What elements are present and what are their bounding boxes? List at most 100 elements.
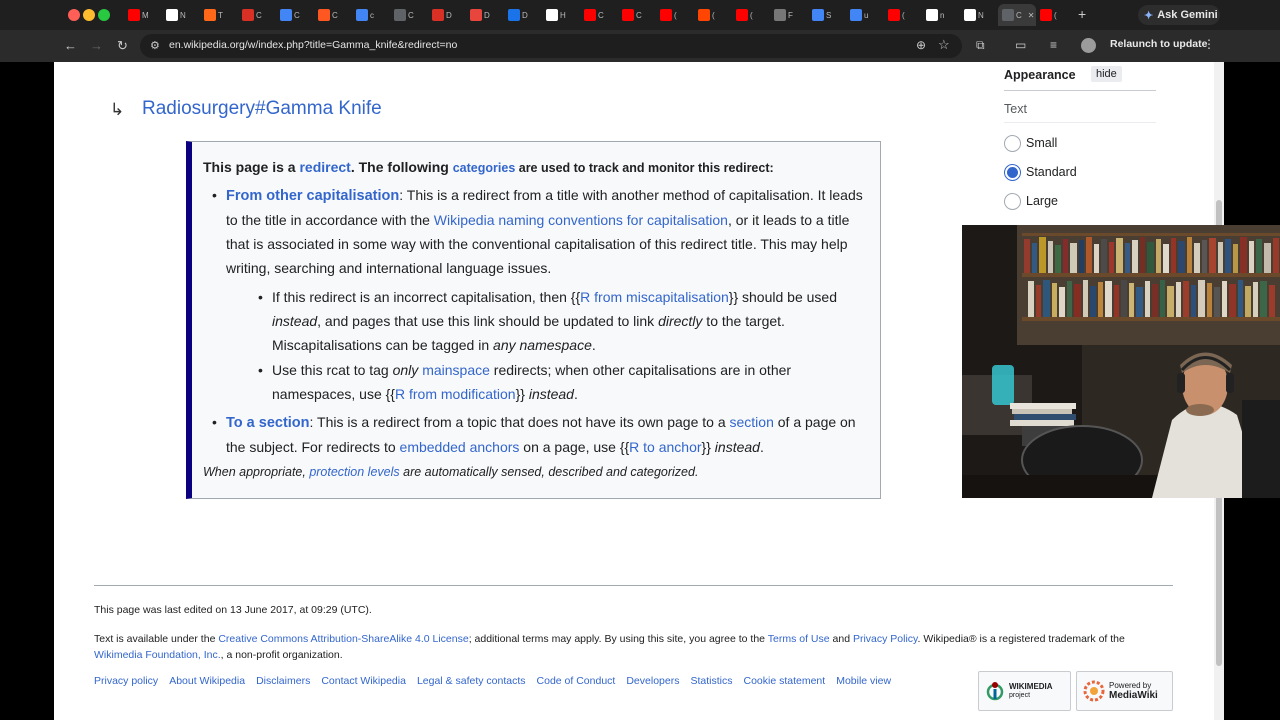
mediawiki-logo-icon <box>1083 680 1105 702</box>
r-from-miscapitalisation-link[interactable]: R from miscapitalisation <box>580 289 729 305</box>
footer-link-disclaimers[interactable]: Disclaimers <box>256 675 310 687</box>
browser-tab[interactable]: T <box>200 4 238 26</box>
browser-tab[interactable]: C <box>580 4 618 26</box>
mainspace-link[interactable]: mainspace <box>422 362 490 378</box>
browser-tab[interactable]: D <box>504 4 542 26</box>
sub1-any-namespace: any namespace <box>493 337 592 353</box>
r-to-anchor-link[interactable]: R to anchor <box>629 439 701 455</box>
tab-title: T <box>218 10 223 20</box>
menu-kebab-icon[interactable]: ⋮ <box>1203 37 1215 51</box>
browser-tab[interactable]: n <box>922 4 960 26</box>
footer-link-developers[interactable]: Developers <box>626 675 679 687</box>
relaunch-button[interactable]: Relaunch to update <box>1110 38 1207 50</box>
wikimedia-project-badge[interactable]: WIKIMEDIA project <box>978 671 1071 711</box>
terms-of-use-link[interactable]: Terms of Use <box>768 633 830 645</box>
footer-link-about[interactable]: About Wikipedia <box>169 675 245 687</box>
footer-link-privacy-policy[interactable]: Privacy policy <box>94 675 158 687</box>
site-info-icon[interactable]: ⚙ <box>150 39 160 52</box>
browser-tab[interactable]: N <box>960 4 998 26</box>
footer-link-contact[interactable]: Contact Wikipedia <box>321 675 406 687</box>
footer-link-legal[interactable]: Legal & safety contacts <box>417 675 526 687</box>
split-view-icon[interactable]: ▭ <box>1015 38 1026 52</box>
generic-icon <box>1002 9 1014 21</box>
reading-list-icon[interactable]: ≡ <box>1050 38 1057 52</box>
bookmark-star-icon[interactable]: ☆ <box>938 37 950 53</box>
protection-levels-link[interactable]: protection levels <box>309 465 399 479</box>
blogger-icon <box>318 9 330 21</box>
close-tab-icon[interactable]: ✕ <box>1028 11 1035 20</box>
radio-standard[interactable] <box>1004 163 1021 181</box>
browser-tab[interactable]: C <box>390 4 428 26</box>
browser-tab[interactable]: c <box>352 4 390 26</box>
browser-tab[interactable]: C <box>618 4 656 26</box>
ask-gemini-button[interactable]: ✦ Ask Gemini <box>1138 5 1220 25</box>
window-close-button[interactable] <box>68 9 80 21</box>
appearance-panel: Appearance hide Text Small Standard Larg… <box>1004 62 1164 212</box>
browser-tab[interactable]: ( <box>884 4 922 26</box>
browser-tab[interactable]: C <box>238 4 276 26</box>
text-size-standard-option[interactable]: Standard <box>1004 163 1077 181</box>
sub2-only: only <box>392 362 419 378</box>
cc-license-link[interactable]: Creative Commons Attribution-ShareAlike … <box>218 633 468 645</box>
footer-link-mobile-view[interactable]: Mobile view <box>836 675 891 687</box>
extensions-icon[interactable]: ⧉ <box>976 38 985 53</box>
address-bar[interactable]: ⚙ en.wikipedia.org/w/index.php?title=Gam… <box>140 34 962 58</box>
naming-conventions-link[interactable]: Wikipedia naming conventions for capital… <box>434 212 728 228</box>
categories-link[interactable]: categories <box>453 161 516 175</box>
browser-tab[interactable]: F <box>770 4 808 26</box>
section-link[interactable]: section <box>730 414 774 430</box>
browser-tab[interactable]: D <box>466 4 504 26</box>
profile-avatar[interactable] <box>1081 38 1096 53</box>
footer-link-code-of-conduct[interactable]: Code of Conduct <box>537 675 616 687</box>
footer-link-cookie[interactable]: Cookie statement <box>743 675 825 687</box>
screen: M N T C C Cc C D D D H C C(((F Su(n N C ✕( + ✦ Ask Gemin… <box>0 0 1280 720</box>
text-size-small-option[interactable]: Small <box>1004 134 1057 152</box>
wikipedia-icon <box>964 9 976 21</box>
wikipedia-icon <box>166 9 178 21</box>
tab-title: F <box>788 10 793 20</box>
tab-title: D <box>446 10 452 20</box>
redirect-category-box: This page is a redirect. The following c… <box>186 141 881 499</box>
browser-tab[interactable]: ( <box>694 4 732 26</box>
mediawiki-badge[interactable]: Powered by MediaWiki <box>1076 671 1173 711</box>
url-text[interactable]: en.wikipedia.org/w/index.php?title=Gamma… <box>169 39 457 51</box>
tab-title: C <box>256 10 262 20</box>
privacy-policy-inline-link[interactable]: Privacy Policy <box>853 633 918 645</box>
from-other-capitalisation-link[interactable]: From other capitalisation <box>226 188 399 204</box>
browser-tab[interactable]: ( <box>656 4 694 26</box>
to-a-section-link[interactable]: To a section <box>226 415 310 431</box>
browser-tab[interactable]: C <box>314 4 352 26</box>
appearance-hide-button[interactable]: hide <box>1091 66 1122 82</box>
rcat-heading-mid: . The following <box>350 159 453 175</box>
window-maximize-button[interactable] <box>98 9 110 21</box>
appearance-title: Appearance <box>1004 68 1076 82</box>
browser-tab[interactable]: C ✕ <box>998 4 1036 26</box>
browser-tab[interactable]: N <box>162 4 200 26</box>
r-from-modification-link[interactable]: R from modification <box>395 386 516 402</box>
browser-tab[interactable]: u <box>846 4 884 26</box>
browser-tab[interactable]: H <box>542 4 580 26</box>
footer-link-statistics[interactable]: Statistics <box>690 675 732 687</box>
tab-title: D <box>522 10 528 20</box>
new-tab-button[interactable]: + <box>1078 6 1086 22</box>
browser-tab[interactable]: ( <box>1036 4 1074 26</box>
item2-instead: instead <box>714 439 760 455</box>
browser-tab[interactable]: C <box>276 4 314 26</box>
radio-small[interactable] <box>1004 134 1021 152</box>
browser-tab[interactable]: ( <box>732 4 770 26</box>
reload-icon[interactable]: ↻ <box>117 38 128 54</box>
browser-tab[interactable]: M <box>124 4 162 26</box>
browser-tab[interactable]: D <box>428 4 466 26</box>
zoom-icon[interactable]: ⊕ <box>916 38 926 52</box>
embedded-anchors-link[interactable]: embedded anchors <box>400 439 520 455</box>
forward-arrow-icon[interactable]: → <box>90 38 103 53</box>
rcat-heading-suffix: are used to track and monitor this redir… <box>515 161 774 175</box>
radio-large[interactable] <box>1004 192 1021 210</box>
redirect-link[interactable]: redirect <box>299 159 350 175</box>
browser-tab[interactable]: S <box>808 4 846 26</box>
wikimedia-foundation-link[interactable]: Wikimedia Foundation, Inc. <box>94 649 221 661</box>
redirect-target-link[interactable]: Radiosurgery#Gamma Knife <box>142 98 382 120</box>
text-size-large-option[interactable]: Large <box>1004 192 1058 210</box>
window-minimize-button[interactable] <box>83 9 95 21</box>
back-arrow-icon[interactable]: ← <box>64 38 77 53</box>
